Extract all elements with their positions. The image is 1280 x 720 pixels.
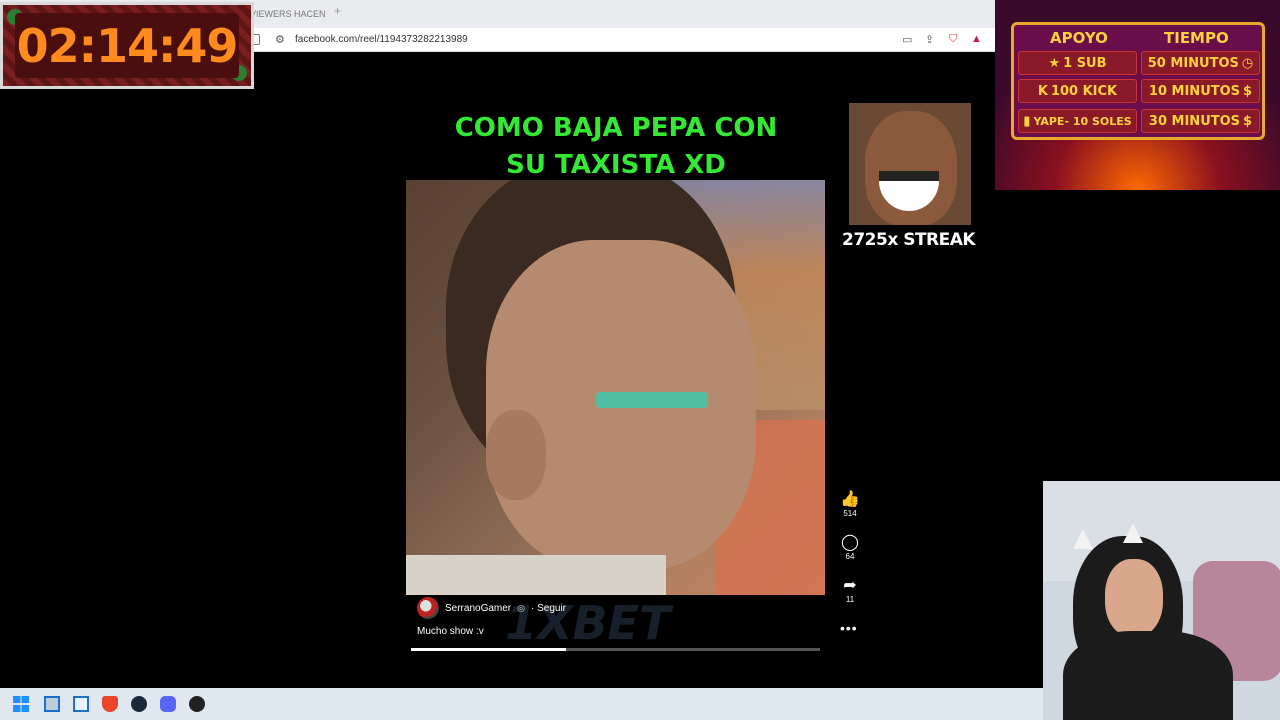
discord-icon[interactable] (160, 696, 176, 712)
kick-icon: K (1037, 83, 1048, 99)
support-cell: K 100 KICK (1018, 79, 1137, 103)
browser-tab[interactable]: VIEWERS HACEN (250, 4, 330, 24)
reel-title: COMO BAJA PEPA CON SU TAXISTA XD (406, 110, 826, 184)
webcam-feed (1043, 481, 1280, 720)
time-header: TIEMPO (1164, 29, 1229, 47)
url-field[interactable]: facebook.com/reel/1194373282213989 (295, 34, 468, 45)
streak-counter: 2725x STREAK (842, 230, 976, 250)
follow-button[interactable]: · Seguir (531, 603, 566, 614)
video-person-collar (406, 555, 666, 595)
subathon-timer: 02:14:49 (0, 2, 254, 89)
support-panel: APOYO TIEMPO ★ 1 SUB 50 MINUTOS ◷ K 100 KIC… (995, 0, 1280, 190)
support-cell: ▮ YAPE- 10 SOLES (1018, 109, 1137, 133)
share-icon: ➦ (843, 577, 857, 594)
star-icon: ★ (1048, 55, 1061, 71)
support-row: ★ 1 SUB 50 MINUTOS ◷ (1018, 51, 1260, 75)
money-bag-icon: $ (1243, 113, 1253, 129)
stream-scene: VIEWERS HACEN + ⚙ facebook.com/reel/1194… (0, 0, 1280, 720)
time-cell: 50 MINUTOS ◷ (1141, 51, 1260, 75)
screen-cast-icon[interactable]: ▭ (902, 33, 912, 46)
comment-icon: ◯ (841, 534, 859, 551)
reel-title-line-2: SU TAXISTA XD (506, 150, 726, 180)
steam-icon[interactable] (131, 696, 147, 712)
verified-badge-icon: ◎ (517, 602, 525, 613)
timer-display: 02:14:49 (15, 13, 239, 78)
obs-icon[interactable] (189, 696, 205, 712)
video-progress-bar[interactable] (411, 648, 820, 651)
support-table: APOYO TIEMPO ★ 1 SUB 50 MINUTOS ◷ K 100 KIC… (1011, 22, 1265, 140)
reel-author-row: SerranoGamer ◎ · Seguir (417, 597, 566, 619)
cat-ear-right (1123, 523, 1143, 543)
taskbar (0, 688, 1043, 720)
task-view-icon[interactable] (44, 696, 60, 712)
comment-count: 64 (845, 552, 855, 561)
streamer-body (1063, 631, 1233, 720)
support-row: ▮ YAPE- 10 SOLES 30 MINUTOS $ (1018, 109, 1260, 133)
site-info-icon[interactable]: ⚙ (275, 33, 285, 46)
streamer-face (1105, 559, 1163, 637)
video-progress-fill (411, 648, 567, 651)
brave-shield-icon[interactable]: ⛉ (949, 33, 957, 46)
brave-browser-icon[interactable] (102, 696, 118, 712)
share-count: 11 (845, 595, 855, 604)
reel-caption: Mucho show :v (417, 626, 484, 637)
brave-rewards-icon[interactable]: ▲ (971, 33, 982, 45)
new-tab-button[interactable]: + (334, 4, 341, 18)
support-header: APOYO (1050, 29, 1108, 47)
share-button[interactable]: ➦ 11 (836, 577, 864, 604)
support-cell: ★ 1 SUB (1018, 51, 1137, 75)
reel-title-line-1: COMO BAJA PEPA CON (454, 113, 778, 143)
more-options-button[interactable]: ••• (840, 620, 858, 636)
reel-video[interactable] (406, 180, 825, 595)
video-person-glasses (596, 392, 708, 408)
windows-start-icon[interactable] (13, 696, 29, 712)
clock-icon: ◷ (1241, 55, 1254, 71)
file-explorer-icon[interactable] (73, 696, 89, 712)
video-person-ear (486, 410, 546, 500)
like-count: 514 (843, 509, 857, 518)
author-name[interactable]: SerranoGamer (445, 603, 511, 614)
time-cell: 10 MINUTOS $ (1141, 79, 1260, 103)
laughing-meme-image (849, 103, 971, 225)
like-button[interactable]: 👍 514 (836, 491, 864, 518)
author-avatar[interactable] (417, 597, 439, 619)
support-row: K 100 KICK 10 MINUTOS $ (1018, 79, 1260, 103)
thumbs-up-icon: 👍 (840, 491, 860, 508)
time-cell: 30 MINUTOS $ (1141, 109, 1260, 133)
cat-ear-left (1073, 529, 1093, 549)
money-bag-icon: $ (1243, 83, 1253, 99)
share-page-icon[interactable]: ⇪ (925, 33, 934, 46)
yape-icon: ▮ (1023, 113, 1031, 129)
timer-value: 02:14:49 (16, 18, 239, 73)
comment-button[interactable]: ◯ 64 (836, 534, 864, 561)
